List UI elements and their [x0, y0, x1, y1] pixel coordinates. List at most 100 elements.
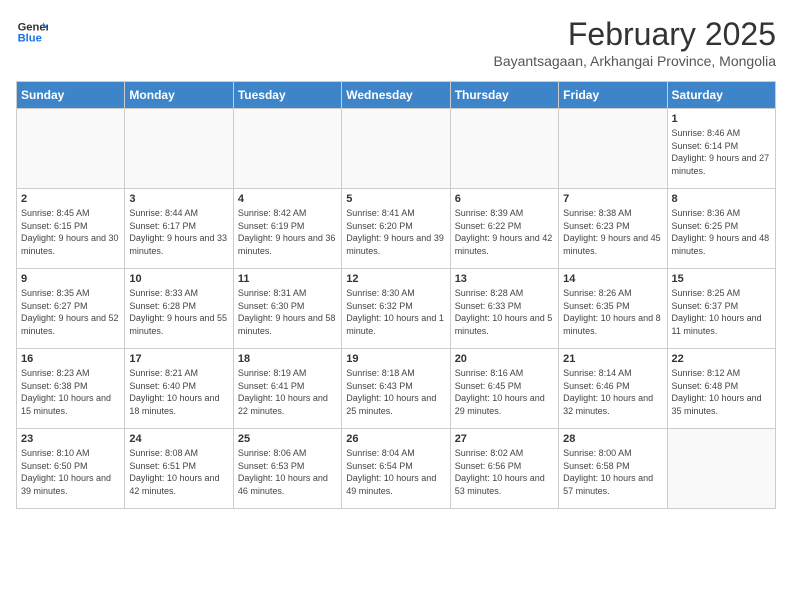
calendar-cell: 7 Sunrise: 8:38 AM Sunset: 6:23 PM Daylig… [559, 189, 667, 269]
header: General Blue February 2025 Bayantsagaan,… [16, 16, 776, 69]
calendar-cell [17, 109, 125, 189]
day-info: Sunrise: 8:38 AM Sunset: 6:23 PM Dayligh… [563, 207, 662, 257]
day-info: Sunrise: 8:33 AM Sunset: 6:28 PM Dayligh… [129, 287, 228, 337]
day-info: Sunrise: 8:28 AM Sunset: 6:33 PM Dayligh… [455, 287, 554, 337]
day-info: Sunrise: 8:00 AM Sunset: 6:58 PM Dayligh… [563, 447, 662, 497]
day-number: 23 [21, 433, 120, 445]
calendar-cell: 15 Sunrise: 8:25 AM Sunset: 6:37 PM Dayli… [667, 269, 775, 349]
calendar-week-row: 23 Sunrise: 8:10 AM Sunset: 6:50 PM Dayli… [17, 429, 776, 509]
calendar-cell: 16 Sunrise: 8:23 AM Sunset: 6:38 PM Dayli… [17, 349, 125, 429]
calendar-cell: 28 Sunrise: 8:00 AM Sunset: 6:58 PM Dayli… [559, 429, 667, 509]
day-number: 27 [455, 433, 554, 445]
day-number: 17 [129, 353, 228, 365]
calendar-week-row: 1 Sunrise: 8:46 AM Sunset: 6:14 PM Daylig… [17, 109, 776, 189]
calendar-cell: 5 Sunrise: 8:41 AM Sunset: 6:20 PM Daylig… [342, 189, 450, 269]
day-number: 1 [672, 113, 771, 125]
day-info: Sunrise: 8:16 AM Sunset: 6:45 PM Dayligh… [455, 367, 554, 417]
calendar-week-row: 9Sunrise: 8:35 AM Sunset: 6:27 PM Daylig… [17, 269, 776, 349]
calendar-cell: 2 Sunrise: 8:45 AM Sunset: 6:15 PM Daylig… [17, 189, 125, 269]
calendar-cell: 20 Sunrise: 8:16 AM Sunset: 6:45 PM Dayli… [450, 349, 558, 429]
day-info: Sunrise: 8:41 AM Sunset: 6:20 PM Dayligh… [346, 207, 445, 257]
day-info: Sunrise: 8:21 AM Sunset: 6:40 PM Dayligh… [129, 367, 228, 417]
calendar-cell [559, 109, 667, 189]
calendar-cell: 4 Sunrise: 8:42 AM Sunset: 6:19 PM Daylig… [233, 189, 341, 269]
calendar-cell: 12Sunrise: 8:30 AM Sunset: 6:32 PM Dayli… [342, 269, 450, 349]
day-number: 10 [129, 273, 228, 285]
day-info: Sunrise: 8:31 AM Sunset: 6:30 PM Dayligh… [238, 287, 337, 337]
calendar-cell: 21 Sunrise: 8:14 AM Sunset: 6:46 PM Dayli… [559, 349, 667, 429]
calendar-cell: 25 Sunrise: 8:06 AM Sunset: 6:53 PM Dayli… [233, 429, 341, 509]
title-area: February 2025 Bayantsagaan, Arkhangai Pr… [493, 16, 776, 69]
day-info: Sunrise: 8:02 AM Sunset: 6:56 PM Dayligh… [455, 447, 554, 497]
calendar-cell: 8Sunrise: 8:36 AM Sunset: 6:25 PM Daylig… [667, 189, 775, 269]
logo-icon: General Blue [16, 16, 48, 48]
weekday-header-cell: Friday [559, 82, 667, 109]
calendar-cell: 10 Sunrise: 8:33 AM Sunset: 6:28 PM Dayli… [125, 269, 233, 349]
calendar-cell: 1 Sunrise: 8:46 AM Sunset: 6:14 PM Daylig… [667, 109, 775, 189]
calendar-week-row: 16 Sunrise: 8:23 AM Sunset: 6:38 PM Dayli… [17, 349, 776, 429]
calendar-cell: 19Sunrise: 8:18 AM Sunset: 6:43 PM Dayli… [342, 349, 450, 429]
day-info: Sunrise: 8:26 AM Sunset: 6:35 PM Dayligh… [563, 287, 662, 337]
calendar-body: 1 Sunrise: 8:46 AM Sunset: 6:14 PM Daylig… [17, 109, 776, 509]
day-info: Sunrise: 8:14 AM Sunset: 6:46 PM Dayligh… [563, 367, 662, 417]
day-number: 3 [129, 193, 228, 205]
day-info: Sunrise: 8:46 AM Sunset: 6:14 PM Dayligh… [672, 127, 771, 177]
weekday-header-cell: Tuesday [233, 82, 341, 109]
calendar-cell: 6Sunrise: 8:39 AM Sunset: 6:22 PM Daylig… [450, 189, 558, 269]
day-info: Sunrise: 8:04 AM Sunset: 6:54 PM Dayligh… [346, 447, 445, 497]
day-number: 20 [455, 353, 554, 365]
day-info: Sunrise: 8:08 AM Sunset: 6:51 PM Dayligh… [129, 447, 228, 497]
day-info: Sunrise: 8:23 AM Sunset: 6:38 PM Dayligh… [21, 367, 120, 417]
day-number: 15 [672, 273, 771, 285]
calendar-cell: 27 Sunrise: 8:02 AM Sunset: 6:56 PM Dayli… [450, 429, 558, 509]
calendar-cell: 14 Sunrise: 8:26 AM Sunset: 6:35 PM Dayli… [559, 269, 667, 349]
day-number: 25 [238, 433, 337, 445]
day-info: Sunrise: 8:25 AM Sunset: 6:37 PM Dayligh… [672, 287, 771, 337]
day-info: Sunrise: 8:18 AM Sunset: 6:43 PM Dayligh… [346, 367, 445, 417]
day-number: 14 [563, 273, 662, 285]
day-number: 16 [21, 353, 120, 365]
day-number: 4 [238, 193, 337, 205]
calendar-week-row: 2 Sunrise: 8:45 AM Sunset: 6:15 PM Daylig… [17, 189, 776, 269]
calendar-cell [450, 109, 558, 189]
calendar-cell: 23 Sunrise: 8:10 AM Sunset: 6:50 PM Dayli… [17, 429, 125, 509]
day-info: Sunrise: 8:10 AM Sunset: 6:50 PM Dayligh… [21, 447, 120, 497]
calendar-cell [125, 109, 233, 189]
day-number: 2 [21, 193, 120, 205]
weekday-header-row: SundayMondayTuesdayWednesdayThursdayFrid… [17, 82, 776, 109]
calendar-cell: 9Sunrise: 8:35 AM Sunset: 6:27 PM Daylig… [17, 269, 125, 349]
day-number: 5 [346, 193, 445, 205]
day-info: Sunrise: 8:19 AM Sunset: 6:41 PM Dayligh… [238, 367, 337, 417]
weekday-header-cell: Saturday [667, 82, 775, 109]
day-number: 21 [563, 353, 662, 365]
day-number: 6 [455, 193, 554, 205]
day-info: Sunrise: 8:30 AM Sunset: 6:32 PM Dayligh… [346, 287, 445, 337]
day-info: Sunrise: 8:06 AM Sunset: 6:53 PM Dayligh… [238, 447, 337, 497]
calendar-cell: 26 Sunrise: 8:04 AM Sunset: 6:54 PM Dayli… [342, 429, 450, 509]
day-number: 24 [129, 433, 228, 445]
day-number: 26 [346, 433, 445, 445]
weekday-header-cell: Wednesday [342, 82, 450, 109]
svg-text:Blue: Blue [18, 33, 42, 45]
day-info: Sunrise: 8:45 AM Sunset: 6:15 PM Dayligh… [21, 207, 120, 257]
day-number: 28 [563, 433, 662, 445]
weekday-header-cell: Thursday [450, 82, 558, 109]
day-info: Sunrise: 8:44 AM Sunset: 6:17 PM Dayligh… [129, 207, 228, 257]
calendar-cell: 22Sunrise: 8:12 AM Sunset: 6:48 PM Dayli… [667, 349, 775, 429]
calendar-cell [667, 429, 775, 509]
calendar-cell: 17 Sunrise: 8:21 AM Sunset: 6:40 PM Dayli… [125, 349, 233, 429]
calendar-cell [233, 109, 341, 189]
weekday-header-cell: Sunday [17, 82, 125, 109]
day-number: 18 [238, 353, 337, 365]
calendar-table: SundayMondayTuesdayWednesdayThursdayFrid… [16, 81, 776, 509]
day-info: Sunrise: 8:35 AM Sunset: 6:27 PM Dayligh… [21, 287, 120, 337]
month-title: February 2025 [493, 16, 776, 53]
location-title: Bayantsagaan, Arkhangai Province, Mongol… [493, 53, 776, 69]
day-number: 7 [563, 193, 662, 205]
day-info: Sunrise: 8:36 AM Sunset: 6:25 PM Dayligh… [672, 207, 771, 257]
calendar-cell: 18 Sunrise: 8:19 AM Sunset: 6:41 PM Dayli… [233, 349, 341, 429]
day-number: 11 [238, 273, 337, 285]
day-info: Sunrise: 8:42 AM Sunset: 6:19 PM Dayligh… [238, 207, 337, 257]
day-number: 13 [455, 273, 554, 285]
weekday-header-cell: Monday [125, 82, 233, 109]
